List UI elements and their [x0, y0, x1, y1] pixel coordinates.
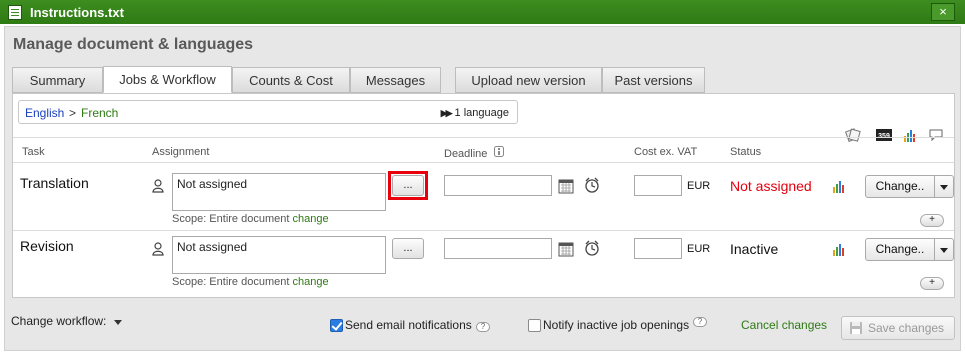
language-count[interactable]: ▶▶ 1 language: [441, 107, 509, 119]
task-name: Revision: [20, 238, 74, 254]
alarm-clock-icon[interactable]: [584, 240, 600, 256]
person-icon: [152, 242, 164, 256]
source-language[interactable]: English: [25, 106, 64, 120]
save-changes-button[interactable]: Save changes: [841, 316, 955, 340]
send-email-checkbox[interactable]: [330, 319, 343, 332]
calendar-icon[interactable]: [558, 178, 574, 194]
scope-label: Scope: Entire document: [172, 276, 290, 288]
deadline-input[interactable]: [444, 175, 552, 196]
status-text: Not assigned: [730, 178, 812, 194]
change-workflow-label[interactable]: Change workflow:: [11, 314, 106, 328]
column-assignment: Assignment: [152, 146, 210, 158]
tab-counts-cost[interactable]: Counts & Cost: [232, 67, 350, 93]
window-titlebar: Instructions.txt ×: [0, 0, 965, 24]
save-disk-icon: [850, 322, 862, 334]
scope-text: Scope: Entire document change: [172, 213, 329, 225]
person-icon: [152, 179, 164, 193]
task-name: Translation: [20, 175, 89, 191]
deadline-input[interactable]: [444, 238, 552, 259]
tab-past-versions[interactable]: Past versions: [602, 67, 705, 93]
job-chart-icon[interactable]: [832, 243, 845, 256]
scope-text: Scope: Entire document change: [172, 276, 329, 288]
language-count-label: 1 language: [454, 107, 509, 119]
tab-messages[interactable]: Messages: [350, 67, 441, 93]
scope-change-link[interactable]: change: [292, 213, 328, 225]
tab-upload-new-version[interactable]: Upload new version: [455, 67, 602, 93]
panel-title: Manage document & languages: [13, 36, 254, 53]
change-dropdown-button[interactable]: [935, 175, 954, 198]
column-task: Task: [22, 146, 45, 158]
cancel-changes-link[interactable]: Cancel changes: [741, 318, 827, 332]
status-text: Inactive: [730, 241, 779, 257]
manage-panel: Manage document & languages Summary Jobs…: [4, 26, 961, 351]
add-job-button[interactable]: +: [920, 214, 944, 227]
jobs-content: English > French ▶▶1 language 359 Task A…: [12, 93, 955, 298]
cost-input[interactable]: [634, 238, 682, 259]
scope-label: Scope: Entire document: [172, 213, 290, 225]
language-arrow: >: [69, 106, 77, 120]
send-email-label[interactable]: Send email notifications: [345, 318, 472, 332]
workflow-dropdown-icon[interactable]: [114, 320, 122, 325]
help-bubble-icon[interactable]: ?: [693, 317, 707, 327]
tm-icon[interactable]: [845, 128, 861, 142]
change-button[interactable]: Change..: [865, 238, 935, 261]
comment-icon[interactable]: [929, 128, 943, 142]
job-chart-icon[interactable]: [832, 180, 845, 193]
header-top-divider: [13, 137, 954, 138]
change-button[interactable]: Change..: [865, 175, 935, 198]
browse-assignee-button[interactable]: ...: [392, 175, 424, 196]
column-status: Status: [730, 146, 762, 158]
change-dropdown-button[interactable]: [935, 238, 954, 261]
column-cost: Cost ex. VAT: [634, 146, 698, 158]
target-language[interactable]: French: [81, 106, 118, 120]
close-button[interactable]: ×: [931, 3, 955, 21]
tab-jobs-workflow[interactable]: Jobs & Workflow: [103, 66, 232, 93]
browse-assignee-button[interactable]: ...: [392, 238, 424, 259]
assignee-field[interactable]: Not assigned: [172, 236, 386, 274]
notify-inactive-checkbox[interactable]: [528, 319, 541, 332]
alarm-clock-icon[interactable]: [584, 177, 600, 193]
header-bottom-divider: [13, 162, 954, 163]
document-icon: [8, 4, 22, 20]
add-job-button[interactable]: +: [920, 277, 944, 290]
info-icon[interactable]: [494, 146, 504, 157]
window-title: Instructions.txt: [30, 4, 124, 20]
column-deadline: Deadline: [444, 148, 488, 160]
double-arrow-icon: ▶▶: [440, 108, 453, 118]
help-bubble-icon[interactable]: ?: [476, 322, 490, 332]
scope-change-link[interactable]: change: [292, 276, 328, 288]
save-changes-label: Save changes: [868, 321, 945, 335]
notify-inactive-label[interactable]: Notify inactive job openings: [543, 318, 689, 332]
assignee-field[interactable]: Not assigned: [172, 173, 386, 211]
wordcount-icon[interactable]: 359: [876, 129, 892, 141]
row-divider: [13, 230, 954, 231]
currency-label: EUR: [687, 180, 711, 192]
cost-input[interactable]: [634, 175, 682, 196]
chart-icon[interactable]: [903, 128, 917, 142]
calendar-icon[interactable]: [558, 241, 574, 257]
tab-summary[interactable]: Summary: [12, 67, 103, 93]
language-selector[interactable]: English > French ▶▶ 1 language: [18, 100, 518, 124]
currency-label: EUR: [687, 243, 711, 255]
